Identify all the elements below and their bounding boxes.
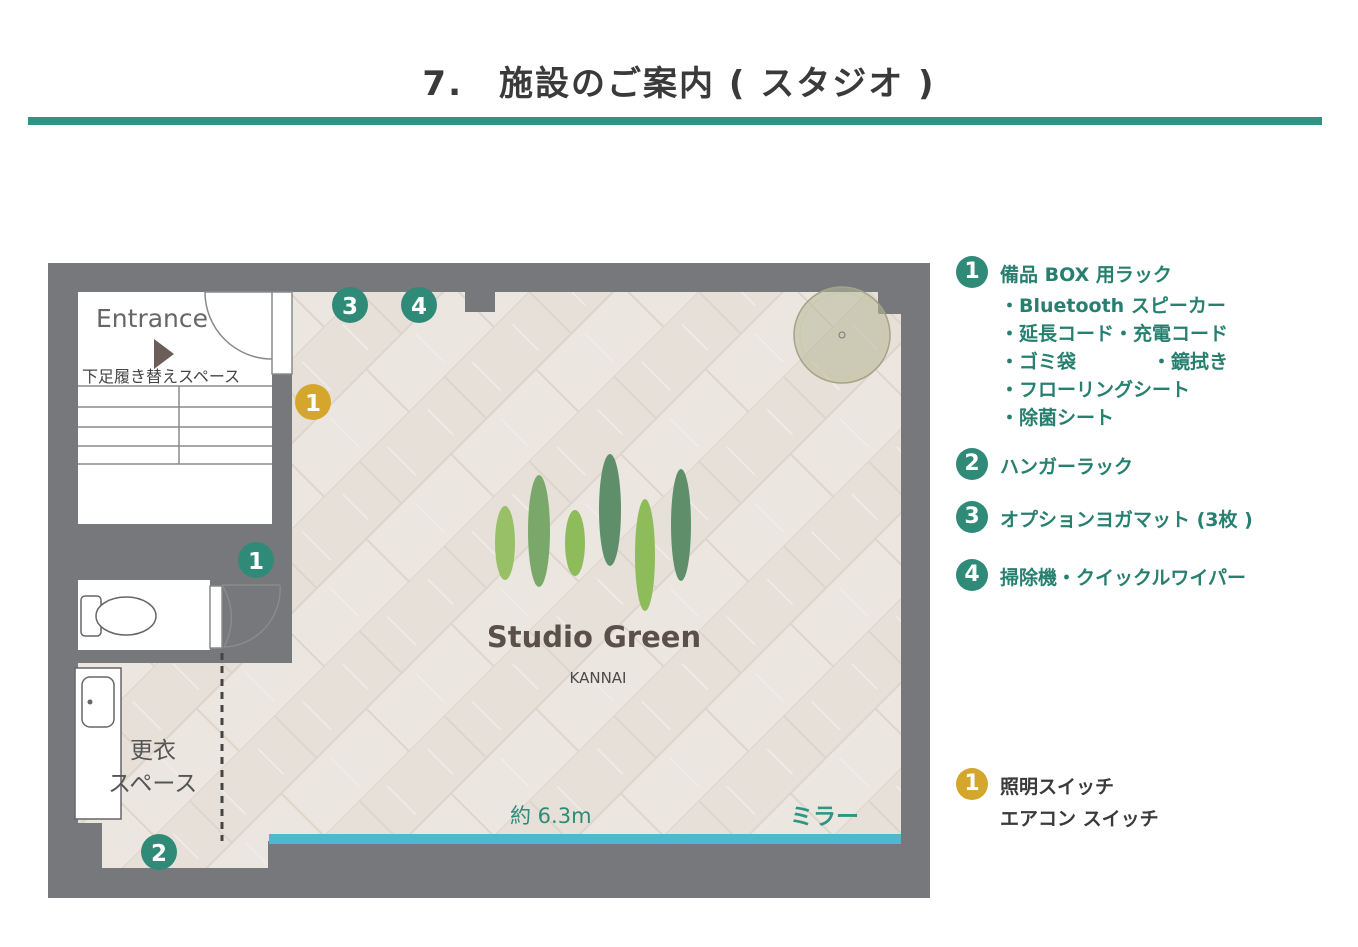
changing-label-1: 更衣 — [130, 738, 176, 764]
marker-2-num: 2 — [151, 841, 167, 867]
legend-heading-2: ハンガーラック — [1000, 456, 1134, 478]
marker-1-switch: 1 — [295, 384, 331, 420]
marker-2: 2 — [141, 834, 177, 870]
marker-3-num: 3 — [342, 294, 358, 320]
legend-badge-3: 3 — [956, 501, 988, 533]
toilet-icon — [95, 596, 157, 636]
legend-detail: ・ゴミ袋 — [1000, 351, 1077, 373]
main-floor — [292, 292, 901, 844]
legend-detail: ・フローリングシート — [1000, 379, 1191, 401]
marker-1-rack-num: 1 — [248, 549, 264, 575]
marker-3: 3 — [332, 287, 368, 323]
legend-heading-4: 掃除機・クイックルワイパー — [1000, 567, 1247, 589]
legend-badge-1: 1 — [956, 256, 988, 288]
entrance-label: Entrance — [96, 304, 208, 333]
logo-sub-text: KANNAI — [570, 669, 627, 687]
legend-badge-switch: 1 — [956, 768, 988, 800]
marker-4: 4 — [401, 287, 437, 323]
width-label: 約 6.3m — [510, 804, 592, 828]
changing-label-2: スペース — [108, 771, 197, 797]
page-title: 7. 施設のご案内 ( スタジオ ) — [422, 64, 936, 104]
legend-detail: ・鏡拭き — [1152, 351, 1229, 373]
marker-4-num: 4 — [411, 294, 427, 320]
sink-icon — [81, 676, 115, 728]
legend-switch-line2: エアコン スイッチ — [1000, 808, 1159, 830]
legend-heading-3: オプションヨガマット (3枚 ) — [1000, 509, 1253, 531]
marker-1-rack: 1 — [238, 542, 274, 578]
legend-badge-4: 4 — [956, 559, 988, 591]
round-object — [793, 286, 891, 384]
legend-badge-2: 2 — [956, 448, 988, 480]
legend-detail: ・延長コード・充電コード — [1000, 323, 1229, 345]
legend-heading-switch: 照明スイッチ — [1000, 776, 1115, 798]
legend-detail: ・除菌シート — [1000, 407, 1115, 429]
logo-main-text: Studio Green — [487, 620, 701, 654]
mirror-wall — [269, 834, 901, 844]
shoe-space-label: 下足履き替えスペース — [82, 367, 240, 386]
mirror-label: ミラー — [790, 804, 859, 830]
legend-heading-1: 備品 BOX 用ラック — [1000, 264, 1172, 286]
title-underline — [28, 117, 1322, 125]
marker-1-switch-num: 1 — [305, 391, 321, 417]
legend-detail: ・Bluetooth スピーカー — [1000, 295, 1226, 317]
studio-floor-plan: Entrance 下足履き替えスペース 更衣 スペース ミラー 約 6.3m S… — [48, 263, 930, 898]
